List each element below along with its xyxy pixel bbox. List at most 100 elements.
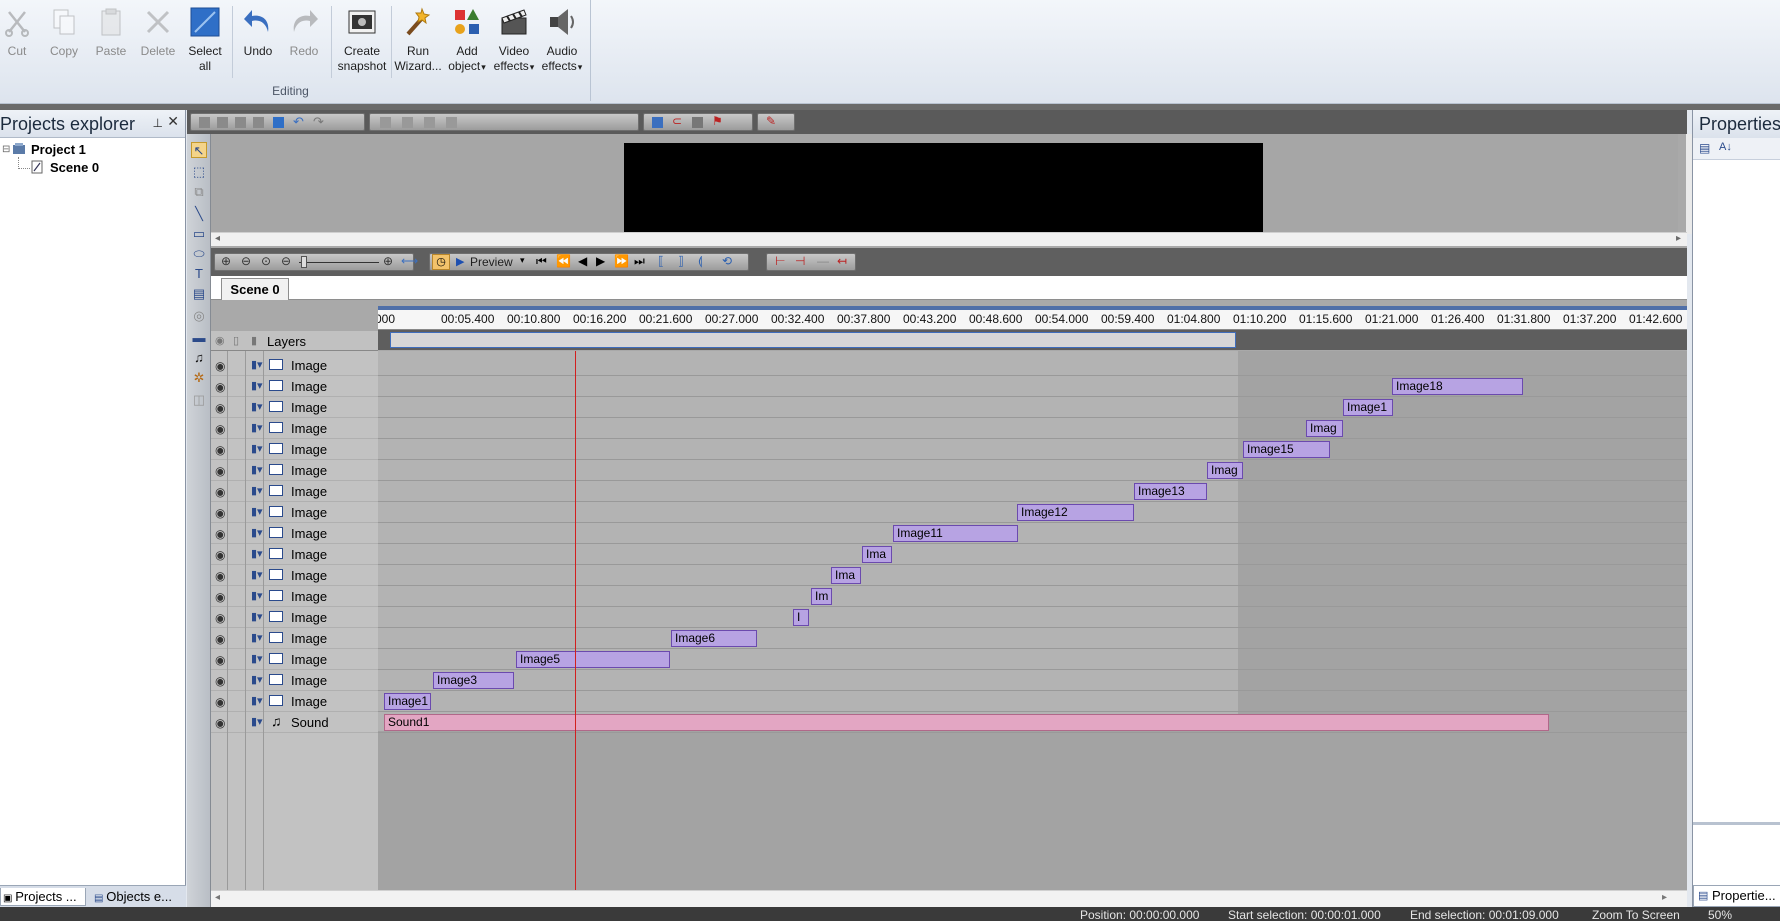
layer-options-icon[interactable]: ▮▾: [251, 505, 263, 518]
image-clip[interactable]: Image1: [1343, 399, 1393, 416]
layer-options-icon[interactable]: ▮▾: [251, 484, 263, 497]
copy-button[interactable]: Copy: [46, 4, 82, 82]
run-wizard-button[interactable]: Run Wizard...: [393, 4, 443, 82]
layer-row[interactable]: ◉ ▮▾ Image: [211, 502, 378, 523]
zoom-out-icon[interactable]: ⊖: [241, 254, 252, 268]
layer-options-icon[interactable]: ▮▾: [251, 358, 263, 371]
layer-row[interactable]: ◉ ▮▾ Image: [211, 481, 378, 502]
pin-icon[interactable]: ⊥: [153, 116, 163, 130]
work-area-selection[interactable]: [390, 332, 1236, 348]
tab-objects[interactable]: ▤ Objects e...: [92, 888, 184, 906]
work-area-bar[interactable]: [378, 330, 1687, 350]
scroll-right-icon[interactable]: ▸: [1676, 233, 1681, 244]
layer-row[interactable]: ◉ ▮▾ Image: [211, 649, 378, 670]
audio-effects-button[interactable]: Audio effects: [539, 4, 585, 82]
properties-splitter[interactable]: [1693, 822, 1780, 825]
zoom-fit-icon[interactable]: ⊙: [261, 254, 272, 268]
image-clip[interactable]: Ima: [831, 567, 861, 584]
layer-options-icon[interactable]: ▮▾: [251, 421, 263, 434]
layer-options-icon[interactable]: ▮▾: [251, 610, 263, 623]
image-clip[interactable]: Image3: [433, 672, 514, 689]
preview-canvas[interactable]: [624, 143, 1263, 240]
image-clip[interactable]: Image13: [1134, 483, 1207, 500]
tree-scene[interactable]: Scene 0: [50, 160, 99, 175]
undo-button[interactable]: Undo: [239, 4, 277, 82]
preview-horizontal-scrollbar[interactable]: ◂ ▸: [211, 232, 1687, 246]
image-clip[interactable]: Image12: [1017, 504, 1134, 521]
copy-small-icon[interactable]: [217, 117, 228, 128]
playhead[interactable]: [575, 351, 576, 907]
eye-icon[interactable]: ◉: [215, 674, 225, 688]
pencil-icon[interactable]: ✎: [766, 114, 777, 128]
zoom-slider[interactable]: [299, 262, 379, 263]
align-middle-icon[interactable]: [446, 117, 457, 128]
paste-button[interactable]: Paste: [93, 4, 129, 82]
eye-icon[interactable]: ◉: [215, 716, 225, 730]
layer-row[interactable]: ◉ ▮▾ Image: [211, 670, 378, 691]
eye-icon[interactable]: ◉: [215, 485, 225, 499]
layer-row[interactable]: ◉ ▮▾ Image: [211, 565, 378, 586]
flag-icon[interactable]: ⚑: [712, 114, 723, 128]
mark-out-icon[interactable]: ⟬: [698, 254, 702, 269]
zoom-slider-thumb[interactable]: [301, 256, 307, 268]
layer-row[interactable]: ◉ ▮▾ Image: [211, 523, 378, 544]
eye-icon[interactable]: ◉: [215, 464, 225, 478]
eye-icon[interactable]: ◉: [215, 569, 225, 583]
magnet-icon[interactable]: ⊂: [672, 114, 683, 128]
guide-icon[interactable]: [692, 117, 703, 128]
lock-header-icon[interactable]: ▯: [233, 334, 239, 347]
go-start-icon[interactable]: ⏮: [536, 254, 547, 269]
line-tool-icon[interactable]: ╲: [191, 206, 207, 222]
image-clip[interactable]: I: [793, 609, 809, 626]
eye-icon[interactable]: ◉: [215, 380, 225, 394]
zoom-minus-icon[interactable]: ⊖: [281, 254, 292, 268]
select-all-small-icon[interactable]: [273, 117, 284, 128]
subtitle-tool-icon[interactable]: ▬: [191, 330, 207, 346]
eye-icon[interactable]: ◉: [215, 611, 225, 625]
layer-options-icon[interactable]: ▮▾: [251, 673, 263, 686]
layer-row[interactable]: ◉ ▮▾ ♫ Sound: [211, 712, 378, 733]
sound-clip[interactable]: Sound1: [384, 714, 1549, 731]
pointer-tool-icon[interactable]: ↖: [191, 142, 207, 158]
cut-button[interactable]: Cut: [0, 4, 34, 82]
undo-small-icon[interactable]: ↶: [293, 114, 304, 129]
image-clip[interactable]: Image6: [671, 630, 757, 647]
marker-remove-icon[interactable]: ↤: [837, 254, 847, 268]
eye-icon[interactable]: ◉: [215, 401, 225, 415]
options-header-icon[interactable]: ▮: [251, 334, 257, 347]
status-zoom-mode[interactable]: Zoom To Screen: [1592, 908, 1680, 921]
scroll-left-icon[interactable]: ◂: [215, 892, 220, 903]
scroll-right-icon[interactable]: ▸: [1662, 892, 1667, 903]
align-top-icon[interactable]: [424, 117, 435, 128]
crop-tool-icon[interactable]: ⧉: [191, 184, 207, 200]
delete-small-icon[interactable]: [253, 117, 264, 128]
cut-small-icon[interactable]: [199, 117, 210, 128]
eye-icon[interactable]: ◉: [215, 527, 225, 541]
eye-icon[interactable]: ◉: [215, 422, 225, 436]
marker-gray-icon[interactable]: —: [817, 254, 829, 268]
timeline-horizontal-scrollbar[interactable]: ◂ ▸: [211, 890, 1687, 907]
eye-icon[interactable]: ◉: [215, 590, 225, 604]
mark-in-icon[interactable]: ⟦: [658, 254, 664, 268]
redo-small-icon[interactable]: ↷: [313, 114, 324, 129]
play-icon[interactable]: ▶: [456, 255, 464, 268]
layer-options-icon[interactable]: ▮▾: [251, 589, 263, 602]
eye-icon[interactable]: ◉: [215, 695, 225, 709]
eye-icon[interactable]: ◉: [215, 359, 225, 373]
marker-red2-icon[interactable]: ⊣: [795, 254, 805, 268]
layer-options-icon[interactable]: ▮▾: [251, 715, 263, 728]
select-all-button[interactable]: Select all: [186, 4, 224, 82]
transform-tool-icon[interactable]: ⬚: [191, 164, 207, 180]
mark-range-icon[interactable]: ⟧: [678, 254, 684, 268]
image-clip[interactable]: Image5: [516, 651, 670, 668]
tab-projects[interactable]: ▣ Projects ...: [0, 888, 86, 906]
layer-options-icon[interactable]: ▮▾: [251, 400, 263, 413]
tab-properties[interactable]: ▤ Propertie...: [1693, 885, 1780, 907]
marker-red-icon[interactable]: ⊢: [775, 254, 785, 268]
image-clip[interactable]: Im: [811, 588, 832, 605]
layer-row[interactable]: ◉ ▮▾ Image: [211, 628, 378, 649]
image-clip[interactable]: Imag: [1306, 420, 1343, 437]
eye-icon[interactable]: ◉: [215, 506, 225, 520]
zoom-in-icon[interactable]: ⊕: [221, 254, 232, 268]
layer-options-icon[interactable]: ▮▾: [251, 379, 263, 392]
